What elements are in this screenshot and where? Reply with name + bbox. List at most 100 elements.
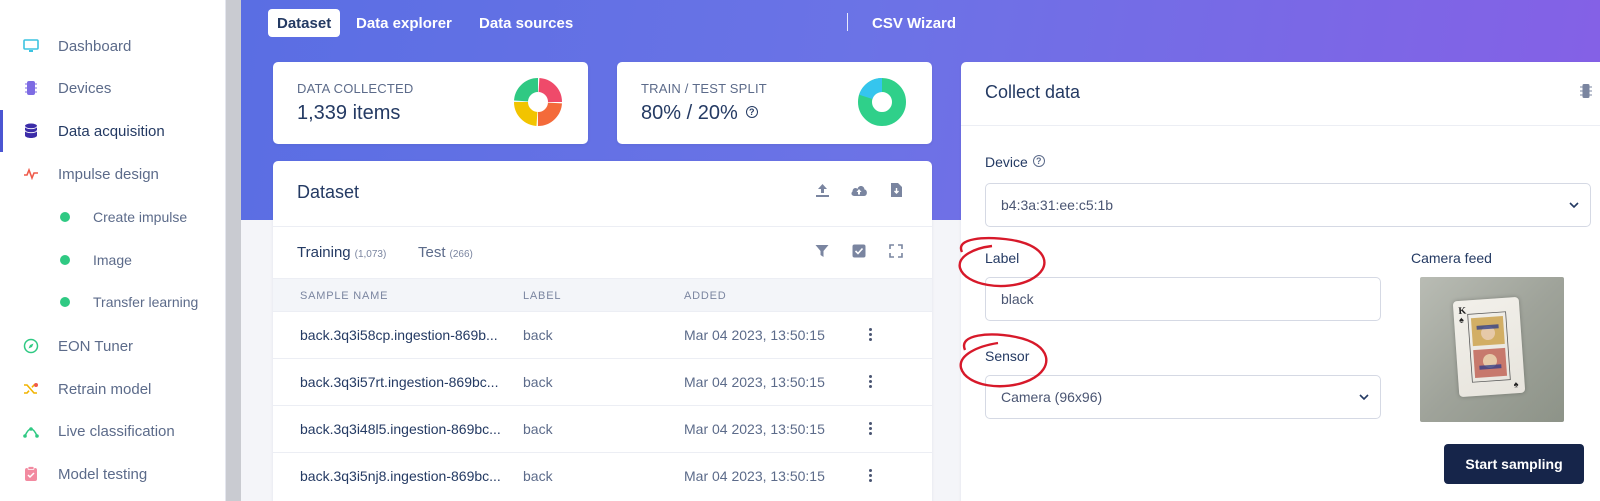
sidebar-scrollbar[interactable] [226,0,241,501]
column-header-added[interactable]: ADDED [684,290,727,302]
test-count: (266) [449,249,473,260]
training-tab-label: Training [297,244,351,261]
sidebar-item-devices[interactable]: Devices [0,73,226,103]
sidebar-item-label: EON Tuner [58,337,134,355]
tab-data-sources[interactable]: Data sources [470,9,582,37]
tab-csv-wizard[interactable]: CSV Wizard [863,9,965,37]
sidebar-item-retrain-model[interactable]: Retrain model [0,374,226,404]
data-collected-card: DATA COLLECTED 1,339 items [273,62,588,144]
data-collected-value: 1,339 items [297,102,401,124]
sidebar-item-label: Model testing [58,465,148,483]
column-header-label[interactable]: LABEL [523,290,561,302]
label-cell: back [523,421,553,437]
table-row[interactable]: back.3q3i58cp.ingestion-869b... back Mar… [273,312,932,359]
status-dot-icon [60,297,70,307]
chevron-down-icon [1359,394,1369,401]
sidebar-item-model-testing[interactable]: Model testing [0,459,226,489]
chevron-down-icon [1569,202,1579,209]
filter-icon[interactable] [813,242,831,260]
sidebar-item-create-impulse[interactable]: Create impulse [0,202,226,232]
sidebar-item-transfer-learning[interactable]: Transfer learning [0,287,226,317]
added-cell: Mar 04 2023, 13:50:15 [684,421,825,437]
sidebar: Dashboard Devices Data acquisition Impul… [0,0,226,501]
sidebar-item-label: Impulse design [58,165,159,183]
row-menu-icon[interactable] [869,375,873,389]
label-cell: back [523,374,553,390]
checkbox-select-icon[interactable] [850,242,868,260]
sidebar-item-label: Dashboard [58,37,132,55]
sample-name-cell[interactable]: back.3q3i58cp.ingestion-869b... [300,327,508,343]
cloud-upload-icon[interactable] [850,181,868,199]
test-tab-label: Test [418,244,446,261]
pulse-icon [22,165,40,183]
svg-text:♠: ♠ [1459,315,1465,325]
node-icon [22,422,40,440]
label-distribution-donut-icon [514,78,562,126]
added-cell: Mar 04 2023, 13:50:15 [684,468,825,484]
table-row[interactable]: back.3q3i5nj8.ingestion-869bc... back Ma… [273,453,932,500]
tab-data-explorer[interactable]: Data explorer [347,9,461,37]
help-icon[interactable]: ? [1032,155,1045,168]
row-menu-icon[interactable] [869,328,873,342]
sidebar-item-label: Transfer learning [93,294,199,310]
sidebar-item-data-acquisition[interactable]: Data acquisition [0,110,226,152]
sidebar-item-impulse-design[interactable]: Impulse design [0,159,226,189]
table-row[interactable]: back.3q3i57rt.ingestion-869bc... back Ma… [273,359,932,406]
sidebar-item-label: Data acquisition [58,122,165,140]
sidebar-item-label: Image [93,252,132,268]
dataset-title: Dataset [297,182,360,202]
camera-feed-label: Camera feed [1411,250,1492,266]
row-menu-icon[interactable] [869,469,873,483]
sidebar-item-live-classification[interactable]: Live classification [0,416,226,446]
database-icon [22,122,40,140]
upload-icon[interactable] [813,181,831,199]
training-count: (1,073) [354,249,387,260]
svg-text:♠: ♠ [1513,379,1519,389]
clipboard-check-icon [22,465,40,483]
collect-data-card: Collect data Device? b4:3a:31:ee:c5:1b L… [961,62,1600,501]
compass-icon [22,337,40,355]
label-input[interactable]: black [985,277,1381,321]
sidebar-item-eon-tuner[interactable]: EON Tuner [0,331,226,361]
tab-test[interactable]: Test (266) [418,244,473,261]
data-collected-label: DATA COLLECTED [297,81,414,96]
column-header-sample-name[interactable]: SAMPLE NAME [300,290,388,302]
device-select-value: b4:3a:31:ee:c5:1b [1001,197,1114,213]
added-cell: Mar 04 2023, 13:50:15 [684,374,825,390]
device-field-label: Device? [985,154,1045,170]
table-header: SAMPLE NAME LABEL ADDED [273,278,932,312]
train-test-split-label: TRAIN / TEST SPLIT [641,81,767,96]
added-cell: Mar 04 2023, 13:50:15 [684,327,825,343]
table-row[interactable]: back.3q3i48l5.ingestion-869bc... back Ma… [273,406,932,453]
sensor-field-label: Sensor [985,348,1030,364]
sample-name-cell[interactable]: back.3q3i48l5.ingestion-869bc... [300,421,508,437]
sidebar-item-label: Live classification [58,422,175,440]
device-label-text: Device [985,154,1028,170]
help-icon[interactable]: ? [745,105,758,118]
label-input-value: black [1001,291,1034,307]
sidebar-item-label: Create impulse [93,209,188,225]
tab-training[interactable]: Training (1,073) [297,244,386,261]
status-dot-icon [60,255,70,265]
sample-name-cell[interactable]: back.3q3i57rt.ingestion-869bc... [300,374,508,390]
label-cell: back [523,327,553,343]
label-field-label: Label [985,250,1020,266]
sidebar-item-dashboard[interactable]: Dashboard [0,31,226,61]
row-menu-icon[interactable] [869,422,873,436]
expand-icon[interactable] [887,242,905,260]
camera-feed-image: K ♠ ♠ [1420,277,1564,422]
sensor-select[interactable]: Camera (96x96) [985,375,1381,419]
device-chip-icon[interactable] [1577,82,1595,100]
monitor-icon [22,37,40,55]
sidebar-item-image[interactable]: Image [0,245,226,275]
sensor-select-value: Camera (96x96) [1001,389,1103,405]
device-select[interactable]: b4:3a:31:ee:c5:1b [985,183,1591,227]
train-test-split-card: TRAIN / TEST SPLIT 80% / 20%? [617,62,932,144]
file-export-icon[interactable] [887,181,905,199]
playing-card-image: K ♠ ♠ [1452,296,1526,398]
tab-dataset[interactable]: Dataset [268,9,341,37]
split-donut-icon [858,78,906,126]
start-sampling-button[interactable]: Start sampling [1444,444,1584,484]
chip-icon [22,79,40,97]
sample-name-cell[interactable]: back.3q3i5nj8.ingestion-869bc... [300,468,508,484]
